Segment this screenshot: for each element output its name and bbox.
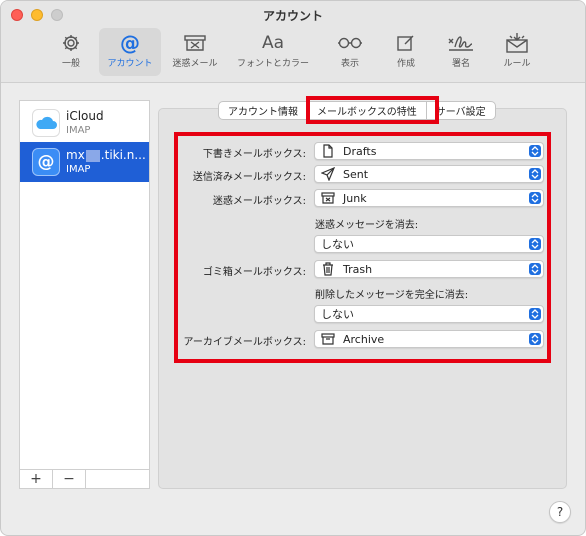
at-sign-icon: @ [120, 31, 140, 55]
gear-icon [61, 28, 81, 54]
toolbar-signatures[interactable]: 署名 [441, 28, 481, 76]
toolbar-general[interactable]: 一般 [53, 28, 89, 76]
compose-icon [396, 28, 416, 54]
toolbar-accounts-label: アカウント [107, 59, 153, 69]
toolbar-general-label: 一般 [61, 59, 80, 69]
account-item-tiki[interactable]: @ mx .tiki.n... IMAP [20, 142, 149, 182]
account-type: IMAP [66, 164, 91, 175]
form-highlight-box [174, 132, 551, 363]
account-item-icloud[interactable]: iCloud IMAP [20, 103, 149, 143]
redaction-block [85, 149, 100, 162]
mail-preferences-window: アカウント 一般 @ アカウント 迷惑メール Aa フォントとカラー 表示 作成… [0, 0, 586, 536]
signature-icon [446, 28, 476, 54]
toolbar-rules-label: ルール [503, 59, 531, 69]
tab-account-info[interactable]: アカウント情報 [219, 102, 308, 119]
toolbar-composing[interactable]: 作成 [387, 28, 425, 76]
glasses-icon [337, 28, 363, 54]
account-name: mx .tiki.n... [66, 148, 146, 162]
toolbar-viewing-label: 表示 [340, 59, 359, 69]
account-type: IMAP [66, 125, 91, 136]
account-name: iCloud [66, 109, 104, 123]
accounts-list: iCloud IMAP @ mx .tiki.n... IMAP + − [19, 100, 150, 489]
toolbar-rules[interactable]: ルール [495, 28, 539, 76]
at-sign-icon: @ [32, 148, 60, 176]
toolbar-composing-label: 作成 [396, 59, 415, 69]
toolbar-junk[interactable]: 迷惑メール [167, 28, 223, 76]
window-title: アカウント [262, 9, 323, 23]
rules-envelope-icon [505, 28, 529, 54]
icloud-icon [32, 109, 60, 137]
toolbar-fonts-label: フォントとカラー [236, 59, 309, 69]
toolbar-accounts[interactable]: @ アカウント [99, 28, 161, 76]
remove-account-button[interactable]: − [53, 470, 86, 488]
account-list-controls: + − [20, 469, 149, 488]
toolbar-junk-label: 迷惑メール [172, 59, 218, 69]
toolbar-viewing[interactable]: 表示 [331, 28, 369, 76]
tab-highlight-box [306, 96, 439, 124]
help-button[interactable]: ? [549, 501, 571, 523]
title-bar: アカウント 一般 @ アカウント 迷惑メール Aa フォントとカラー 表示 作成… [1, 1, 585, 83]
font-aa-icon: Aa [261, 33, 285, 53]
toolbar-signatures-label: 署名 [451, 59, 470, 69]
junk-tray-icon [183, 28, 207, 54]
add-account-button[interactable]: + [20, 470, 53, 488]
toolbar-fonts-colors[interactable]: Aa フォントとカラー [229, 28, 317, 76]
